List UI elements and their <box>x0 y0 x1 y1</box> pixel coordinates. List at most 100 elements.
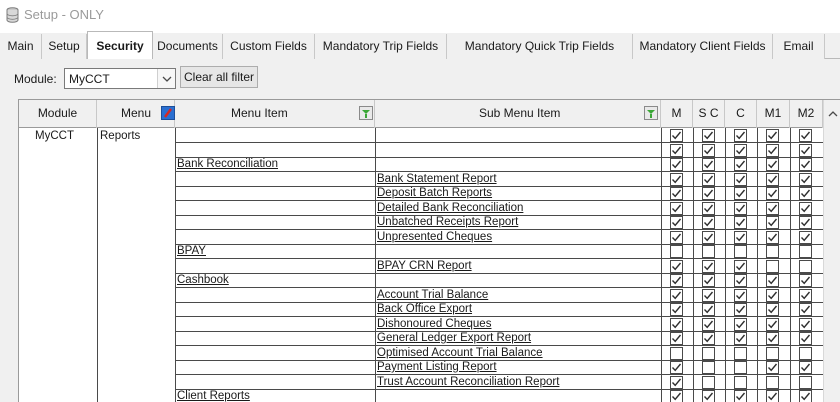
tab-mandatory-quick-trip-fields[interactable]: Mandatory Quick Trip Fields <box>447 34 633 59</box>
checkbox-m1[interactable] <box>766 318 779 331</box>
checkbox-m2[interactable] <box>799 390 812 402</box>
checkbox-m2[interactable] <box>799 274 812 287</box>
checkbox-m1[interactable] <box>766 173 779 186</box>
checkbox-sc[interactable] <box>702 231 715 244</box>
checkbox-sc[interactable] <box>702 158 715 171</box>
table-row[interactable]: Bank Reconciliation <box>19 157 823 172</box>
tab-main[interactable]: Main <box>0 34 42 59</box>
tab-documents[interactable]: Documents <box>153 34 223 59</box>
checkbox-m[interactable] <box>670 144 683 157</box>
column-header-sc[interactable]: S C <box>693 100 725 128</box>
checkbox-m1[interactable] <box>766 260 779 273</box>
table-row[interactable]: Back Office Export <box>19 302 823 317</box>
checkbox-sc[interactable] <box>702 376 715 389</box>
checkbox-m[interactable] <box>670 245 683 258</box>
checkbox-c[interactable] <box>734 245 747 258</box>
checkbox-m1[interactable] <box>766 129 779 142</box>
checkbox-m2[interactable] <box>799 361 812 374</box>
checkbox-m2[interactable] <box>799 245 812 258</box>
checkbox-m2[interactable] <box>799 202 812 215</box>
checkbox-sc[interactable] <box>702 390 715 402</box>
checkbox-c[interactable] <box>734 303 747 316</box>
sub-menu-item-filter-icon[interactable] <box>644 106 658 120</box>
checkbox-m1[interactable] <box>766 202 779 215</box>
checkbox-sc[interactable] <box>702 289 715 302</box>
tab-setup[interactable]: Setup <box>42 34 87 59</box>
checkbox-m[interactable] <box>670 231 683 244</box>
sub-menu-item-cell[interactable] <box>377 389 659 402</box>
checkbox-m1[interactable] <box>766 187 779 200</box>
menu-item-cell[interactable] <box>177 360 373 375</box>
sub-menu-item-cell[interactable]: Detailed Bank Reconciliation <box>377 201 659 216</box>
sub-menu-item-cell[interactable] <box>377 128 659 143</box>
checkbox-m[interactable] <box>670 187 683 200</box>
checkbox-m[interactable] <box>670 129 683 142</box>
checkbox-m2[interactable] <box>799 303 812 316</box>
checkbox-m[interactable] <box>670 289 683 302</box>
checkbox-m[interactable] <box>670 303 683 316</box>
menu-item-cell[interactable] <box>177 331 373 346</box>
checkbox-sc[interactable] <box>702 361 715 374</box>
checkbox-m1[interactable] <box>766 347 779 360</box>
column-header-module[interactable]: Module <box>19 100 97 128</box>
table-row[interactable]: Trust Account Reconciliation Report <box>19 375 823 390</box>
menu-item-cell[interactable] <box>177 375 373 390</box>
table-row[interactable]: Detailed Bank Reconciliation <box>19 201 823 216</box>
checkbox-sc[interactable] <box>702 332 715 345</box>
sub-menu-item-cell[interactable] <box>377 157 659 172</box>
checkbox-m1[interactable] <box>766 332 779 345</box>
checkbox-m[interactable] <box>670 216 683 229</box>
checkbox-sc[interactable] <box>702 187 715 200</box>
table-row[interactable]: BPAY CRN Report <box>19 259 823 274</box>
table-row[interactable]: Deposit Batch Reports <box>19 186 823 201</box>
checkbox-sc[interactable] <box>702 129 715 142</box>
checkbox-m2[interactable] <box>799 260 812 273</box>
sub-menu-item-cell[interactable]: BPAY CRN Report <box>377 259 659 274</box>
sub-menu-item-cell[interactable]: Optimised Account Trial Balance <box>377 346 659 361</box>
menu-item-cell[interactable] <box>177 317 373 332</box>
menu-item-cell[interactable]: Client Reports <box>177 389 373 402</box>
menu-item-cell[interactable] <box>177 186 373 201</box>
checkbox-m[interactable] <box>670 202 683 215</box>
checkbox-m1[interactable] <box>766 216 779 229</box>
sub-menu-item-cell[interactable]: Trust Account Reconciliation Report <box>377 375 659 390</box>
checkbox-m2[interactable] <box>799 173 812 186</box>
column-header-sub-menu-item[interactable]: Sub Menu Item <box>375 100 661 128</box>
sub-menu-item-cell[interactable] <box>377 143 659 158</box>
checkbox-c[interactable] <box>734 318 747 331</box>
checkbox-m2[interactable] <box>799 144 812 157</box>
sub-menu-item-cell[interactable]: Dishonoured Cheques <box>377 317 659 332</box>
menu-item-cell[interactable] <box>177 201 373 216</box>
checkbox-m2[interactable] <box>799 376 812 389</box>
sub-menu-item-cell[interactable]: Deposit Batch Reports <box>377 186 659 201</box>
table-row[interactable]: BPAY <box>19 244 823 259</box>
menu-item-cell[interactable]: Cashbook <box>177 273 373 288</box>
sub-menu-item-cell[interactable]: Unbatched Receipts Report <box>377 215 659 230</box>
menu-item-cell[interactable] <box>177 143 373 158</box>
checkbox-m1[interactable] <box>766 289 779 302</box>
checkbox-c[interactable] <box>734 332 747 345</box>
menu-item-cell[interactable]: Bank Reconciliation <box>177 157 373 172</box>
sub-menu-item-cell[interactable]: Unpresented Cheques <box>377 230 659 245</box>
sub-menu-item-cell[interactable]: General Ledger Export Report <box>377 331 659 346</box>
checkbox-m1[interactable] <box>766 376 779 389</box>
checkbox-sc[interactable] <box>702 303 715 316</box>
checkbox-m[interactable] <box>670 376 683 389</box>
checkbox-sc[interactable] <box>702 216 715 229</box>
table-row[interactable]: Payment Listing Report <box>19 360 823 375</box>
menu-item-cell[interactable]: BPAY <box>177 244 373 259</box>
table-row[interactable]: Dishonoured Cheques <box>19 317 823 332</box>
menu-item-cell[interactable] <box>177 215 373 230</box>
checkbox-m[interactable] <box>670 158 683 171</box>
sub-menu-item-cell[interactable]: Account Trial Balance <box>377 288 659 303</box>
checkbox-m1[interactable] <box>766 361 779 374</box>
checkbox-m1[interactable] <box>766 274 779 287</box>
checkbox-c[interactable] <box>734 173 747 186</box>
menu-item-cell[interactable] <box>177 302 373 317</box>
checkbox-m[interactable] <box>670 332 683 345</box>
checkbox-c[interactable] <box>734 390 747 402</box>
menu-item-cell[interactable] <box>177 128 373 143</box>
table-row[interactable]: General Ledger Export Report <box>19 331 823 346</box>
checkbox-c[interactable] <box>734 274 747 287</box>
checkbox-c[interactable] <box>734 347 747 360</box>
